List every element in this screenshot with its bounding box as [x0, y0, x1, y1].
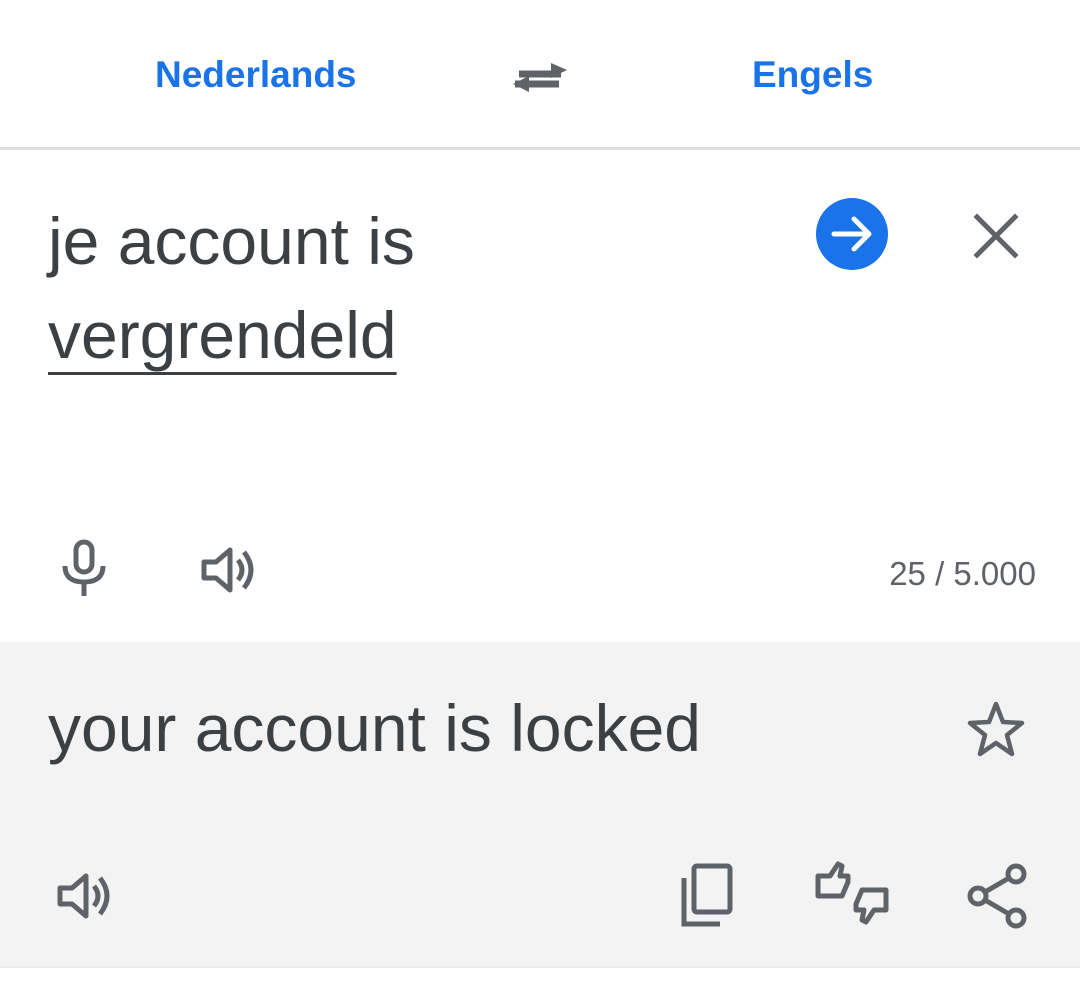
arrow-forward-icon [831, 216, 872, 252]
volume-icon [201, 547, 254, 593]
share-icon [967, 863, 1027, 929]
source-text-input[interactable]: je account is vergrendeld [48, 194, 768, 382]
copy-translation-button[interactable] [674, 860, 740, 932]
rate-translation-button[interactable] [812, 860, 892, 932]
swap-languages-button[interactable] [505, 48, 575, 102]
language-bar: Nederlands Engels [0, 0, 1080, 150]
source-input-panel: je account is vergrendeld 25 / 5.000 [0, 152, 1080, 642]
star-outline-icon [967, 701, 1025, 757]
clear-text-button[interactable] [966, 206, 1026, 266]
speak-source-button[interactable] [196, 538, 260, 602]
microphone-icon [62, 539, 106, 596]
volume-icon [57, 873, 110, 919]
swap-horiz-icon [513, 63, 567, 92]
translated-text: your account is locked [48, 691, 702, 765]
source-text-line1: je account is [48, 204, 415, 278]
translation-output-panel: your account is locked [0, 642, 1080, 966]
source-text-line2: vergrendeld [48, 298, 397, 372]
save-translation-button[interactable] [962, 696, 1030, 764]
share-translation-button[interactable] [962, 860, 1032, 932]
thumbs-up-down-icon [815, 861, 889, 925]
bottom-divider [0, 966, 1080, 985]
copy-icon [681, 863, 733, 927]
close-icon [973, 213, 1019, 259]
character-count: 25 / 5.000 [889, 555, 1036, 592]
source-language-button[interactable]: Nederlands [155, 50, 357, 100]
microphone-button[interactable] [52, 536, 116, 600]
target-language-button[interactable]: Engels [752, 50, 873, 100]
translate-go-button[interactable] [816, 198, 888, 270]
speak-translation-button[interactable] [52, 864, 116, 928]
